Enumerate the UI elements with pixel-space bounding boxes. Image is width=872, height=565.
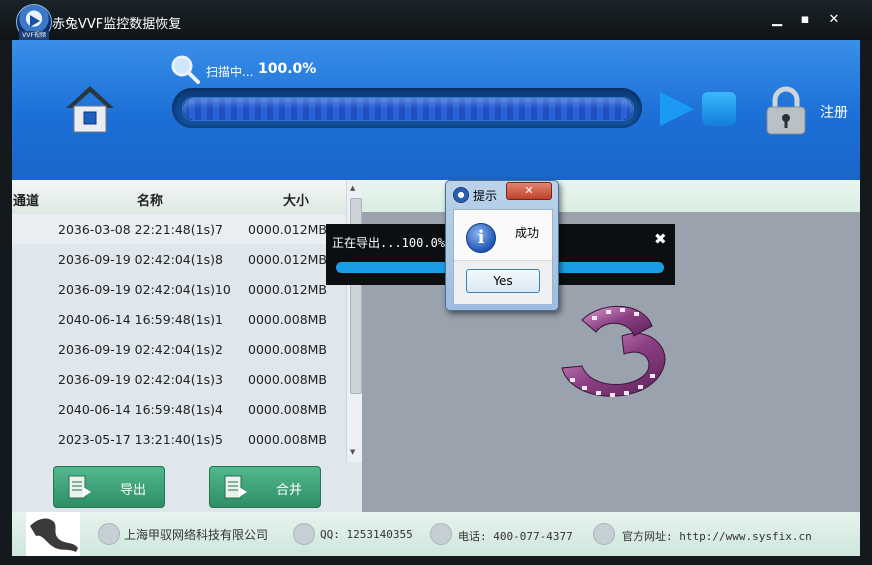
column-size[interactable]: 大小	[283, 190, 309, 209]
export-button[interactable]: 导出	[53, 466, 165, 508]
minimize-button[interactable]: ▁	[769, 12, 785, 28]
list-scrollbar[interactable]: ▲ ▼	[346, 180, 363, 462]
row-size: 0000.008MB	[248, 342, 328, 357]
phone-icon	[430, 523, 452, 545]
register-link[interactable]: 注册	[820, 102, 848, 122]
dialog-app-icon	[453, 187, 469, 203]
table-row[interactable]: 2036-09-19 02:42:04(1s)8 0000.012MB	[12, 244, 346, 274]
row-name: 2040-06-14 16:59:48(1s)4	[58, 402, 223, 417]
export-icon	[68, 475, 91, 499]
scan-progress-bar	[172, 88, 642, 128]
row-size: 0000.008MB	[248, 402, 328, 417]
row-size: 0000.012MB	[248, 282, 328, 297]
yes-button[interactable]: Yes	[466, 269, 540, 293]
table-row[interactable]: 2036-09-19 02:42:04(1s)2 0000.008MB	[12, 334, 346, 364]
row-size: 0000.008MB	[248, 312, 328, 327]
window-title: 赤兔VVF监控数据恢复	[52, 17, 182, 32]
message-dialog: 提示 ✕ i 成功 Yes	[445, 180, 559, 311]
info-icon: i	[466, 223, 496, 253]
row-size: 0000.012MB	[248, 222, 328, 237]
export-label: 导出	[120, 483, 147, 498]
footer-qq: QQ: 1253140355	[320, 528, 413, 541]
dialog-close-button[interactable]: ✕	[506, 182, 552, 200]
dialog-message: 成功	[515, 226, 540, 240]
row-name: 2036-09-19 02:42:04(1s)3	[58, 372, 223, 387]
film-reel-icon	[561, 306, 666, 397]
app-logo-icon: VVF视频	[16, 4, 52, 40]
row-name: 2036-03-08 22:21:48(1s)7	[58, 222, 223, 237]
merge-button[interactable]: 合并	[209, 466, 321, 508]
globe-icon	[593, 523, 615, 545]
footer-company: 上海甲驭网络科技有限公司	[124, 528, 269, 542]
lock-icon[interactable]	[764, 86, 808, 136]
scan-status-label: 扫描中...	[206, 65, 254, 79]
merge-label: 合并	[276, 483, 303, 498]
table-row[interactable]: 2040-06-14 16:59:48(1s)1 0000.008MB	[12, 304, 346, 334]
maximize-button[interactable]: ▪	[797, 12, 813, 28]
dialog-footer: Yes	[454, 260, 552, 304]
footer-phone: 电话: 400-077-4377	[458, 530, 573, 543]
footer-website[interactable]: 官方网址: http://www.sysfix.cn	[622, 528, 812, 544]
dialog-title: 提示	[473, 189, 498, 203]
stop-icon[interactable]	[702, 92, 736, 126]
column-name[interactable]: 名称	[137, 190, 163, 209]
table-row[interactable]: 2036-03-08 22:21:48(1s)7 0000.012MB	[12, 214, 346, 244]
list-header: 通道 名称 大小	[12, 180, 346, 215]
search-icon	[171, 55, 200, 84]
table-row[interactable]: 2040-06-14 16:59:48(1s)4 0000.008MB	[12, 394, 346, 424]
preview-header	[362, 180, 860, 212]
table-row[interactable]: 2036-09-19 02:42:04(1s)3 0000.008MB	[12, 364, 346, 394]
row-name: 2040-06-14 16:59:48(1s)1	[58, 312, 223, 327]
row-size: 0000.008MB	[248, 372, 328, 387]
row-name: 2023-05-17 13:21:40(1s)5	[58, 432, 223, 447]
title-bar[interactable]: VVF视频 赤兔VVF监控数据恢复 ▁ ▪ ✕	[0, 0, 872, 40]
app-logo-tag: VVF视频	[19, 31, 49, 40]
scroll-down-icon[interactable]: ▼	[350, 448, 355, 456]
start-icon[interactable]	[660, 92, 694, 126]
merge-icon	[224, 475, 247, 499]
row-name: 2036-09-19 02:42:04(1s)8	[58, 252, 223, 267]
dialog-body: i 成功 Yes	[453, 209, 553, 304]
building-icon	[98, 523, 120, 545]
column-channel[interactable]: 通道	[13, 190, 39, 209]
horse-logo-icon	[26, 512, 80, 556]
app-window: VVF视频 赤兔VVF监控数据恢复 ▁ ▪ ✕ 扫描中... 100.0% 注册…	[0, 0, 872, 565]
scroll-up-icon[interactable]: ▲	[350, 184, 355, 192]
table-row[interactable]: 2023-05-17 13:21:40(1s)5 0000.008MB	[12, 424, 346, 454]
scan-header: 扫描中... 100.0% 注册	[12, 40, 860, 180]
qq-icon	[293, 523, 315, 545]
footer-bar: 上海甲驭网络科技有限公司 QQ: 1253140355 电话: 400-077-…	[12, 512, 860, 556]
export-status-text: 正在导出...100.0%	[332, 236, 446, 250]
row-size: 0000.008MB	[248, 432, 328, 447]
home-icon[interactable]	[64, 82, 116, 134]
row-name: 2036-09-19 02:42:04(1s)10	[58, 282, 231, 297]
file-rows: 2036-03-08 22:21:48(1s)7 0000.012MB 2036…	[12, 214, 346, 462]
row-size: 0000.012MB	[248, 252, 328, 267]
scan-percent: 100.0%	[258, 61, 317, 77]
close-button[interactable]: ✕	[826, 12, 842, 28]
toast-close-icon[interactable]: ✖	[654, 230, 667, 248]
table-row[interactable]: 2036-09-19 02:42:04(1s)10 0000.012MB	[12, 274, 346, 304]
file-list-panel: 通道 名称 大小 2036-03-08 22:21:48(1s)7 0000.0…	[12, 180, 363, 512]
row-name: 2036-09-19 02:42:04(1s)2	[58, 342, 223, 357]
scan-progress-fill	[183, 98, 633, 120]
